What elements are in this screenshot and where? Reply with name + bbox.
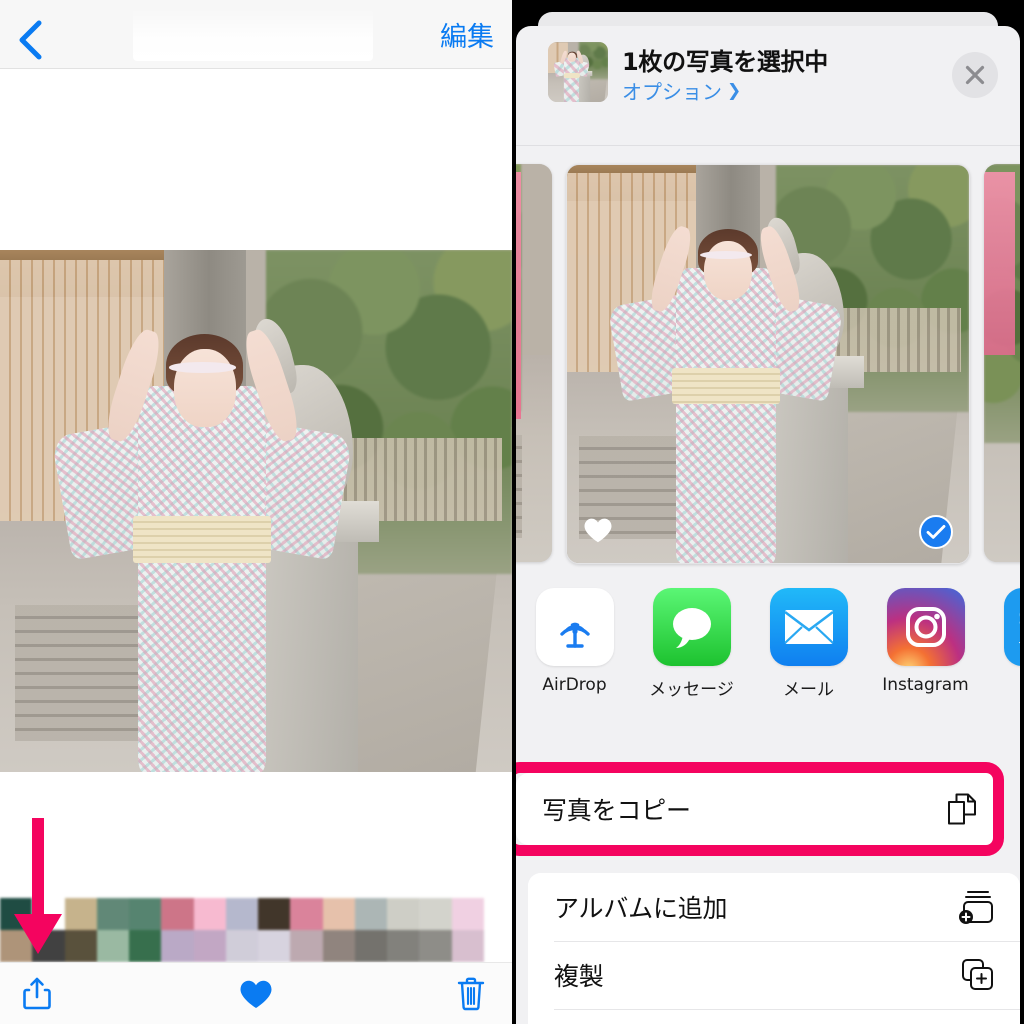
photo-bottom-spacer (0, 772, 512, 898)
photo-carousel[interactable] (516, 152, 1020, 572)
share-app-airdrop[interactable]: AirDrop (516, 588, 633, 695)
checkmark-circle-icon[interactable] (919, 515, 953, 549)
share-app-メール[interactable]: メール (750, 588, 867, 700)
options-label: オプション (622, 80, 722, 104)
action-label: アルバムに追加 (554, 894, 728, 923)
photo-toolbar (0, 962, 512, 1024)
delete-button[interactable] (448, 972, 494, 1016)
share-sheet-title: 1枚の写真を選択中 (622, 48, 828, 76)
carousel-photo-selected[interactable] (566, 164, 970, 564)
action-row[interactable]: アルバムに追加 (528, 873, 1020, 941)
close-button[interactable] (952, 52, 998, 98)
share-app-instagram[interactable]: Instagram (867, 588, 984, 695)
filmstrip-thumb[interactable] (225, 898, 259, 962)
twitter-icon (1003, 588, 1020, 666)
filmstrip-thumb[interactable] (387, 898, 420, 962)
mail-icon (769, 588, 848, 666)
messages-icon (652, 588, 731, 666)
share-app-label: Instagram (882, 675, 969, 695)
carousel-photo-next[interactable] (984, 164, 1020, 562)
options-link[interactable]: オプション ❯ (622, 76, 741, 105)
photo-filmstrip[interactable] (0, 898, 484, 962)
filmstrip-thumb[interactable] (419, 898, 452, 962)
share-sheet-panel: 1枚の写真を選択中 オプション ❯ AirDrop メッセージ メール Inst… (512, 0, 1024, 1024)
share-button[interactable] (14, 972, 60, 1016)
filmstrip-thumb[interactable] (354, 898, 388, 962)
action-row[interactable]: 複製 (528, 941, 1020, 1009)
add-to-album-icon (958, 887, 998, 927)
share-app-row[interactable]: AirDrop メッセージ メール Instagram T (516, 588, 1020, 716)
filmstrip-thumb[interactable] (258, 898, 291, 962)
airdrop-icon (535, 588, 614, 666)
share-app-t[interactable]: T (984, 588, 1020, 695)
action-row-copy-photo[interactable]: 写真をコピー (516, 773, 1004, 845)
action-label: 複製 (554, 962, 604, 991)
share-app-label: メッセージ (649, 680, 734, 700)
screenshot-root: 編集 1枚の写真を選択中 オプション ❯ AirDrop メッセージ メール I… (0, 0, 1024, 1024)
action-row[interactable]: 非表示 (528, 1009, 1020, 1024)
filmstrip-thumb[interactable] (129, 898, 162, 962)
filmstrip-thumb[interactable] (322, 898, 355, 962)
action-label: 写真をコピー (542, 796, 691, 825)
nav-title-blurred (133, 9, 373, 61)
copy-icon (942, 789, 982, 829)
chevron-right-icon: ❯ (727, 80, 742, 101)
favorite-button[interactable] (233, 972, 279, 1016)
chevron-left-icon[interactable] (10, 20, 50, 60)
share-sheet: 1枚の写真を選択中 オプション ❯ AirDrop メッセージ メール Inst… (516, 26, 1020, 1024)
filmstrip-thumb[interactable] (161, 898, 194, 962)
navigation-bar: 編集 (0, 0, 512, 69)
share-app-メッセージ[interactable]: メッセージ (633, 588, 750, 700)
share-action-list[interactable]: アルバムに追加複製非表示 (528, 873, 1020, 1024)
share-app-label: メール (783, 680, 834, 700)
share-sheet-header: 1枚の写真を選択中 オプション ❯ (516, 26, 1020, 118)
heart-filled-icon[interactable] (583, 517, 613, 549)
selected-photo-thumbnail (548, 42, 608, 102)
copy-photo-row-wrap: 写真をコピー (516, 773, 1004, 845)
photo-top-spacer (0, 69, 512, 250)
filmstrip-thumb[interactable] (451, 898, 484, 962)
filmstrip-thumb[interactable] (96, 898, 130, 962)
edit-button[interactable]: 編集 (440, 21, 494, 55)
carousel-photo-previous[interactable] (516, 164, 552, 562)
main-photo[interactable] (0, 250, 512, 772)
duplicate-icon (958, 955, 998, 995)
filmstrip-thumb[interactable] (290, 898, 323, 962)
share-app-label: AirDrop (542, 675, 607, 695)
header-divider (516, 145, 1020, 146)
photos-detail-panel: 編集 (0, 0, 512, 1024)
down-arrow-icon (6, 818, 70, 960)
instagram-icon (886, 588, 965, 666)
filmstrip-thumb[interactable] (193, 898, 226, 962)
